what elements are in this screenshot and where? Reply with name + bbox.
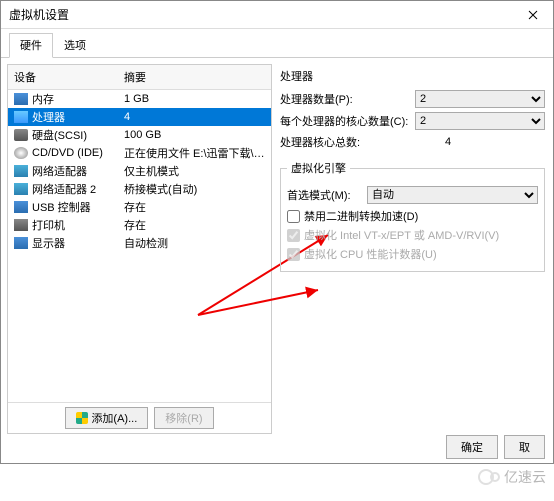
device-name: CD/DVD (IDE) xyxy=(32,147,103,159)
cancel-button[interactable]: 取 xyxy=(504,435,545,459)
device-summary: 存在 xyxy=(124,217,265,233)
device-name-cell: 打印机 xyxy=(14,217,124,233)
device-name-cell: 硬盘(SCSI) xyxy=(14,127,124,143)
device-row[interactable]: 打印机 存在 xyxy=(8,216,271,234)
device-row[interactable]: 硬盘(SCSI) 100 GB xyxy=(8,126,271,144)
device-row[interactable]: 内存 1 GB xyxy=(8,90,271,108)
tab-options[interactable]: 选项 xyxy=(53,33,97,57)
device-icon xyxy=(14,219,28,231)
close-button[interactable] xyxy=(513,1,553,29)
vt-x-label: 虚拟化 Intel VT-x/EPT 或 AMD-V/RVI(V) xyxy=(304,227,499,243)
perf-counter-row: 虚拟化 CPU 性能计数器(U) xyxy=(287,246,538,262)
titlebar: 虚拟机设置 xyxy=(1,1,553,29)
device-name: 网络适配器 2 xyxy=(32,181,96,197)
tabs: 硬件 选项 xyxy=(1,29,553,58)
preferred-mode-row: 首选模式(M): 自动 xyxy=(287,186,538,204)
device-buttons: 添加(A)... 移除(R) xyxy=(8,402,271,433)
perf-counter-label: 虚拟化 CPU 性能计数器(U) xyxy=(304,246,437,262)
device-name-cell: 处理器 xyxy=(14,109,124,125)
vt-x-row: 虚拟化 Intel VT-x/EPT 或 AMD-V/RVI(V) xyxy=(287,227,538,243)
device-name: USB 控制器 xyxy=(32,199,91,215)
device-name-cell: CD/DVD (IDE) xyxy=(14,147,124,159)
pref-mode-select[interactable]: 自动 xyxy=(367,186,538,204)
processor-count-row: 处理器数量(P): 2 xyxy=(280,90,545,108)
cores-label: 每个处理器的核心数量(C): xyxy=(280,113,415,129)
device-row[interactable]: 显示器 自动检测 xyxy=(8,234,271,252)
device-name: 内存 xyxy=(32,91,54,107)
total-cores-row: 处理器核心总数: 4 xyxy=(280,134,545,150)
device-name: 网络适配器 xyxy=(32,163,87,179)
watermark-text: 亿速云 xyxy=(504,467,546,487)
vt-x-checkbox xyxy=(287,229,300,242)
virtualization-legend: 虚拟化引擎 xyxy=(287,160,350,176)
processor-count-label: 处理器数量(P): xyxy=(280,91,415,107)
device-row[interactable]: 处理器 4 xyxy=(8,108,271,126)
close-icon xyxy=(528,10,538,20)
content-area: 设备 摘要 内存 1 GB 处理器 4 硬盘(SCSI) 100 GB CD/DVD (ID… xyxy=(1,58,553,440)
device-summary: 桥接模式(自动) xyxy=(124,181,265,197)
pref-mode-label: 首选模式(M): xyxy=(287,187,367,203)
device-summary: 正在使用文件 E:\迅雷下载\CentOS-... xyxy=(124,145,265,161)
cores-per-processor-row: 每个处理器的核心数量(C): 2 xyxy=(280,112,545,130)
total-cores-label: 处理器核心总数: xyxy=(280,134,415,150)
watermark: 亿速云 xyxy=(478,467,546,487)
add-label: 添加(A)... xyxy=(91,410,137,426)
device-name-cell: USB 控制器 xyxy=(14,199,124,215)
processor-section-label: 处理器 xyxy=(280,68,545,84)
device-summary: 仅主机模式 xyxy=(124,163,265,179)
device-summary: 4 xyxy=(124,111,265,123)
list-header: 设备 摘要 xyxy=(8,65,271,90)
device-icon xyxy=(14,165,28,177)
col-device: 设备 xyxy=(14,69,124,85)
device-icon xyxy=(14,111,28,123)
virtualization-group: 虚拟化引擎 首选模式(M): 自动 禁用二进制转换加速(D) 虚拟化 Intel… xyxy=(280,160,545,272)
window-title: 虚拟机设置 xyxy=(9,6,69,23)
device-row[interactable]: 网络适配器 仅主机模式 xyxy=(8,162,271,180)
device-icon xyxy=(14,147,28,159)
device-summary: 1 GB xyxy=(124,93,265,105)
device-name-cell: 显示器 xyxy=(14,235,124,251)
device-icon xyxy=(14,183,28,195)
device-name-cell: 网络适配器 xyxy=(14,163,124,179)
device-icon xyxy=(14,237,28,249)
disable-binary-label: 禁用二进制转换加速(D) xyxy=(304,208,418,224)
cores-select[interactable]: 2 xyxy=(415,112,545,130)
device-list-pane: 设备 摘要 内存 1 GB 处理器 4 硬盘(SCSI) 100 GB CD/DVD (ID… xyxy=(7,64,272,434)
col-summary: 摘要 xyxy=(124,69,265,85)
device-name-cell: 内存 xyxy=(14,91,124,107)
device-row[interactable]: 网络适配器 2 桥接模式(自动) xyxy=(8,180,271,198)
processor-count-select[interactable]: 2 xyxy=(415,90,545,108)
settings-window: 虚拟机设置 硬件 选项 设备 摘要 内存 1 GB 处理器 4 硬盘(SCSI) 100 … xyxy=(0,0,554,464)
device-row[interactable]: CD/DVD (IDE) 正在使用文件 E:\迅雷下载\CentOS-... xyxy=(8,144,271,162)
shield-icon xyxy=(76,412,88,424)
tab-hardware[interactable]: 硬件 xyxy=(9,33,53,58)
watermark-icon-small xyxy=(490,472,500,482)
disable-binary-row[interactable]: 禁用二进制转换加速(D) xyxy=(287,208,538,224)
remove-button[interactable]: 移除(R) xyxy=(154,407,213,429)
device-summary: 100 GB xyxy=(124,129,265,141)
ok-button[interactable]: 确定 xyxy=(446,435,498,459)
device-summary: 自动检测 xyxy=(124,235,265,251)
device-list[interactable]: 内存 1 GB 处理器 4 硬盘(SCSI) 100 GB CD/DVD (IDE) 正在使用… xyxy=(8,90,271,403)
device-row[interactable]: USB 控制器 存在 xyxy=(8,198,271,216)
disable-binary-checkbox[interactable] xyxy=(287,210,300,223)
device-name: 显示器 xyxy=(32,235,65,251)
device-name: 硬盘(SCSI) xyxy=(32,127,87,143)
dialog-buttons: 确定 取 xyxy=(446,435,545,459)
device-icon xyxy=(14,201,28,213)
add-button[interactable]: 添加(A)... xyxy=(65,407,148,429)
device-name: 处理器 xyxy=(32,109,65,125)
device-name-cell: 网络适配器 2 xyxy=(14,181,124,197)
device-summary: 存在 xyxy=(124,199,265,215)
processor-settings-pane: 处理器 处理器数量(P): 2 每个处理器的核心数量(C): 2 处理器核心总数… xyxy=(278,64,547,434)
device-name: 打印机 xyxy=(32,217,65,233)
device-icon xyxy=(14,129,28,141)
perf-counter-checkbox xyxy=(287,248,300,261)
device-icon xyxy=(14,93,28,105)
total-cores-value: 4 xyxy=(415,136,545,148)
